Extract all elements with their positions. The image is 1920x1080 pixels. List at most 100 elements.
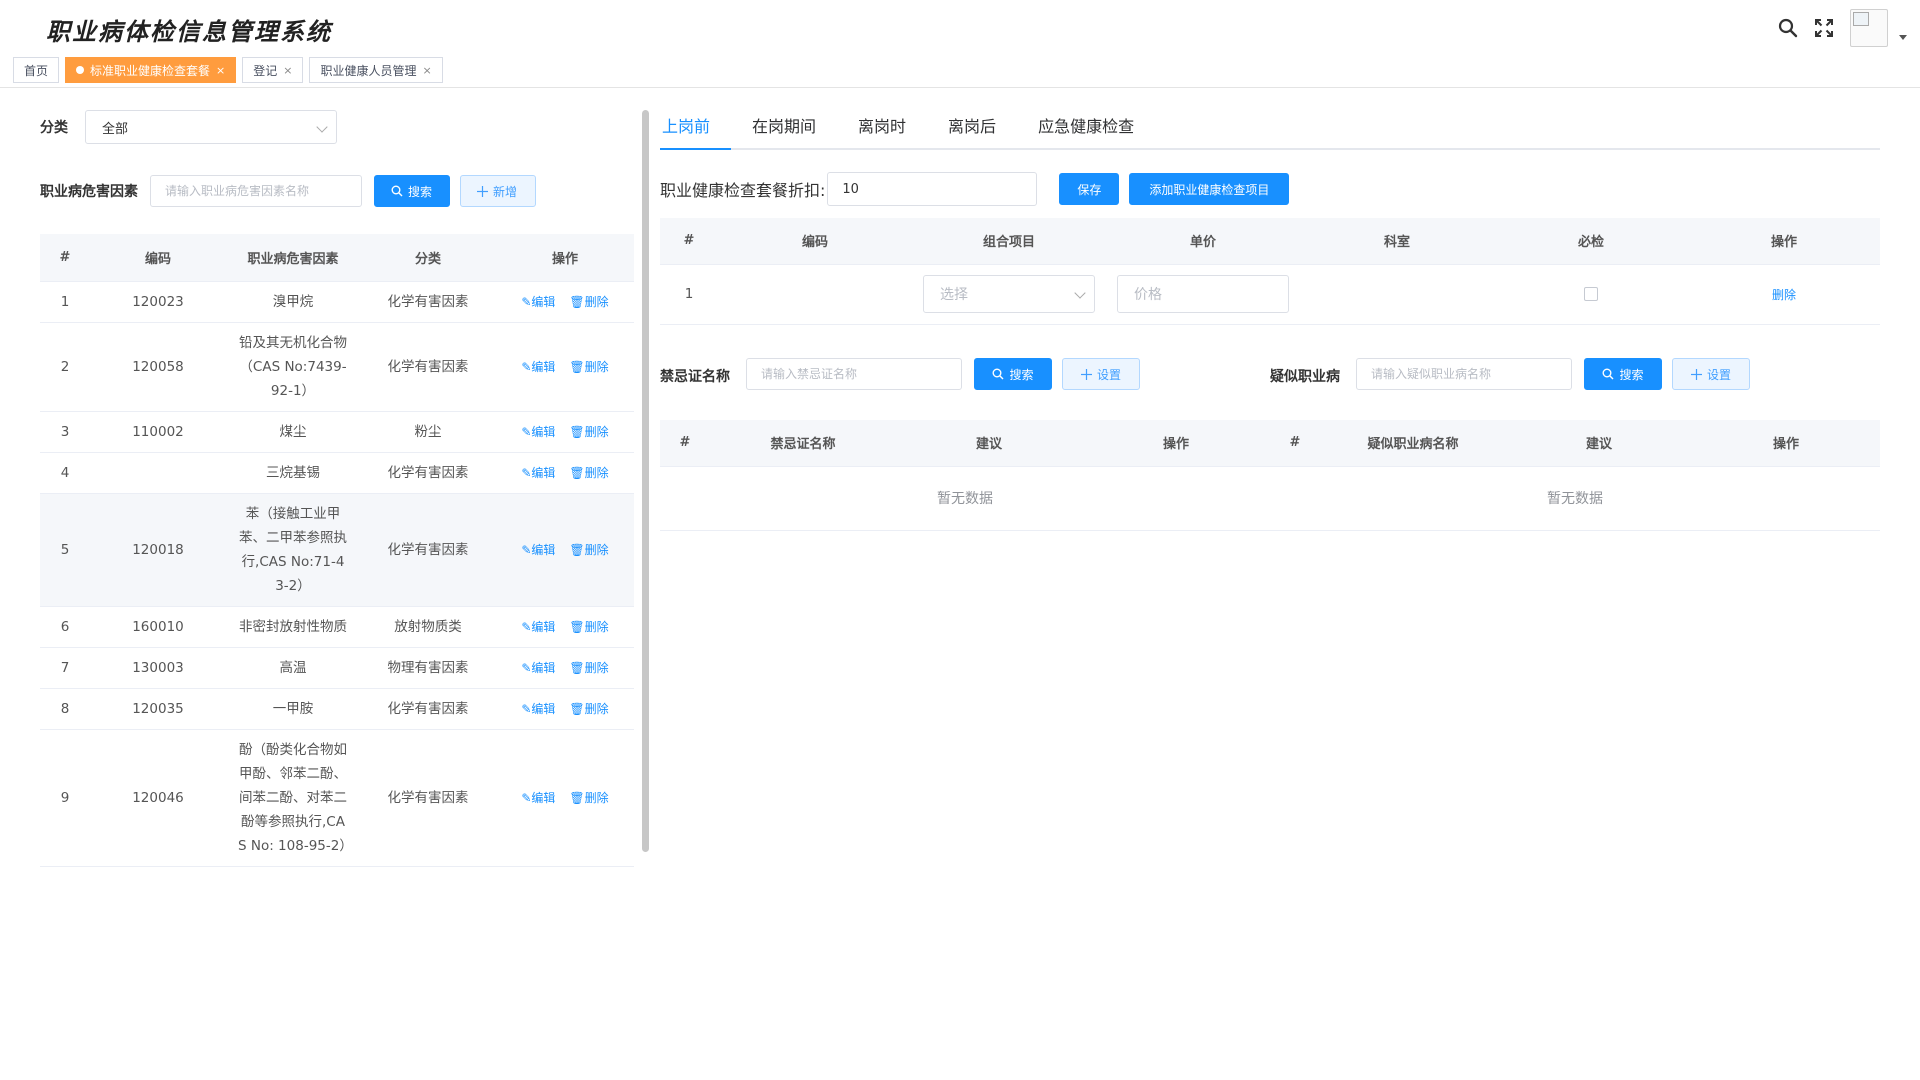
table-row[interactable]: 8 120035 一甲胺 化学有害因素 ✎编辑 🗑删除 [40,688,634,730]
column-header: 组合项目 [912,218,1106,265]
edit-link[interactable]: ✎编辑 [521,425,555,439]
delete-link[interactable]: 🗑删除 [569,425,608,439]
cell-index: 6 [40,606,90,648]
contra-set-button[interactable]: 设置 [1062,358,1140,390]
suspect-search-button[interactable]: 搜索 [1584,358,1662,390]
cell-actions: ✎编辑 🗑删除 [496,322,634,412]
table-header-row: # 编码 职业病危害因素 分类 操作 [40,234,634,282]
cell-code: 110002 [90,411,226,453]
category-select[interactable]: 全部 [85,110,337,144]
trash-icon: 🗑 [569,619,585,634]
tab-emergency-check[interactable]: 应急健康检查 [1017,100,1155,150]
edit-label: 编辑 [531,619,556,634]
delete-link[interactable]: 🗑删除 [569,702,608,716]
contra-search-button[interactable]: 搜索 [974,358,1052,390]
cell-actions: ✎编辑 🗑删除 [496,729,634,867]
tag-standard-package[interactable]: 标准职业健康检查套餐 × [65,57,237,83]
suspect-set-button[interactable]: 设置 [1672,358,1750,390]
tab-post-leaving[interactable]: 离岗后 [927,100,1017,150]
edit-link[interactable]: ✎编辑 [521,791,555,805]
cell-actions: ✎编辑 🗑删除 [496,411,634,453]
add-check-item-button[interactable]: 添加职业健康检查项目 [1129,173,1290,205]
edit-link[interactable]: ✎编辑 [521,702,555,716]
cell-category: 化学有害因素 [360,688,496,730]
cell-category: 化学有害因素 [360,281,496,323]
edit-link[interactable]: ✎编辑 [521,466,555,480]
contra-search-input[interactable] [746,358,962,390]
edit-link[interactable]: ✎编辑 [521,620,555,634]
edit-link[interactable]: ✎编辑 [521,295,555,309]
table-row[interactable]: 3 110002 煤尘 粉尘 ✎编辑 🗑删除 [40,411,634,453]
column-header: 必检 [1494,218,1688,265]
edit-label: 编辑 [531,542,556,557]
tag-personnel[interactable]: 职业健康人员管理 × [309,57,443,83]
delete-link[interactable]: 🗑删除 [569,791,608,805]
cell-category: 化学有害因素 [360,729,496,867]
delete-label: 删除 [584,359,609,374]
suspect-search-input[interactable] [1356,358,1572,390]
discount-row: 职业健康检查套餐折扣: 保存 添加职业健康检查项目 [660,172,1290,206]
price-placeholder: 价格 [1134,287,1162,303]
delete-link[interactable]: 🗑删除 [569,360,608,374]
required-checkbox[interactable] [1584,287,1598,301]
discount-input[interactable] [827,172,1038,206]
delete-item-link[interactable]: 删除 [1772,288,1796,302]
contra-empty-text: 暂无数据 [660,466,1270,531]
tab-on-duty[interactable]: 在岗期间 [731,100,837,150]
caret-down-icon[interactable] [1896,10,1910,46]
delete-link[interactable]: 🗑删除 [569,661,608,675]
close-icon[interactable]: × [423,64,432,77]
app-root: 职业病体检信息管理系统 首页 标准职业健康检查套餐 × 登记 × 职业健康人员管… [0,0,1920,1080]
category-label: 分类 [40,120,68,136]
fullscreen-icon[interactable] [1806,10,1842,46]
search-icon[interactable] [1770,10,1806,46]
tab-pre-employment[interactable]: 上岗前 [660,100,731,150]
close-icon[interactable]: × [283,64,292,77]
price-input[interactable]: 价格 [1117,275,1289,313]
table-row[interactable]: 9 120046 酚（酚类化合物如甲酚、邻苯二酚、间苯二酚、对苯二酚等参照执行,… [40,729,634,867]
table-row[interactable]: 4 三烷基锡 化学有害因素 ✎编辑 🗑删除 [40,452,634,494]
tag-label: 职业健康人员管理 [320,63,417,78]
table-row[interactable]: 6 160010 非密封放射性物质 放射物质类 ✎编辑 🗑删除 [40,606,634,648]
factor-search-input[interactable] [150,175,362,207]
trash-icon: 🗑 [569,359,585,374]
table-row[interactable]: 5 120018 苯（接触工业甲苯、二甲苯参照执行,CAS No:71-43-2… [40,493,634,607]
set-label: 设置 [1706,367,1731,382]
tag-home[interactable]: 首页 [13,57,60,83]
column-header: # [660,218,718,265]
cell-category: 粉尘 [360,411,496,453]
add-factor-button[interactable]: 新增 [460,175,536,207]
cell-index: 2 [40,322,90,412]
table-row[interactable]: 2 120058 铅及其无机化合物（CAS No:7439-92-1） 化学有害… [40,322,634,412]
cell-code: 120018 [90,493,226,607]
cell-actions: 删除 [1688,264,1880,325]
panel-scrollbar[interactable] [642,110,649,852]
cell-actions: ✎编辑 🗑删除 [496,606,634,648]
table-row[interactable]: 1 120023 溴甲烷 化学有害因素 ✎编辑 🗑删除 [40,281,634,323]
edit-link[interactable]: ✎编辑 [521,360,555,374]
trash-icon: 🗑 [569,660,585,675]
app-title: 职业病体检信息管理系统 [46,18,332,46]
cell-category: 化学有害因素 [360,493,496,607]
edit-link[interactable]: ✎编辑 [521,661,555,675]
avatar[interactable] [1850,9,1888,47]
suspect-label: 疑似职业病 [1270,369,1340,385]
tab-leaving[interactable]: 离岗时 [837,100,927,150]
delete-link[interactable]: 🗑删除 [569,620,608,634]
factor-search-button[interactable]: 搜索 [374,175,450,207]
empty-row: 暂无数据 暂无数据 [660,466,1880,531]
close-icon[interactable]: × [216,64,225,77]
cell-name: 苯（接触工业甲苯、二甲苯参照执行,CAS No:71-43-2） [226,493,360,607]
delete-link[interactable]: 🗑删除 [569,466,608,480]
delete-link[interactable]: 🗑删除 [569,543,608,557]
table-row[interactable]: 7 130003 高温 物理有害因素 ✎编辑 🗑删除 [40,647,634,689]
tag-register[interactable]: 登记 × [242,57,304,83]
cell-index: 7 [40,647,90,689]
column-header: # [660,420,710,467]
delete-link[interactable]: 🗑删除 [569,295,608,309]
save-button[interactable]: 保存 [1059,173,1120,205]
edit-link[interactable]: ✎编辑 [521,543,555,557]
trash-icon: 🗑 [569,465,585,480]
plus-icon [1690,368,1702,380]
combo-item-select[interactable]: 选择 [923,275,1095,313]
